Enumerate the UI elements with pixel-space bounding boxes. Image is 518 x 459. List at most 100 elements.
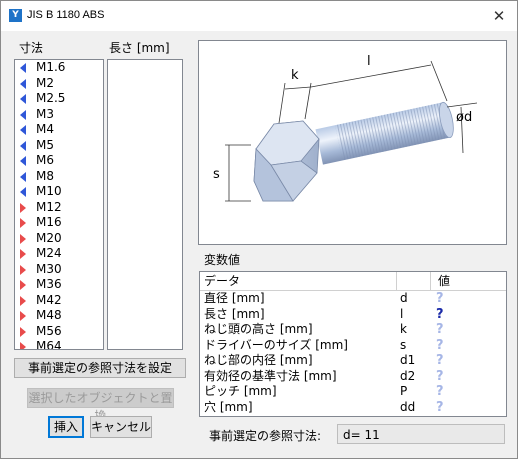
triangle-right-icon — [20, 264, 26, 275]
size-item-label: M1.6 — [36, 60, 66, 74]
triangle-left-icon — [20, 140, 26, 151]
variable-row[interactable]: 長さ [mm] l? — [200, 307, 506, 323]
size-item[interactable]: M4 — [15, 122, 103, 138]
reference-value-field: d= 11 — [337, 424, 505, 444]
set-reference-button[interactable]: 事前選定の参照寸法を設定 — [14, 358, 186, 378]
size-item[interactable]: M10 — [15, 184, 103, 200]
triangle-right-icon — [20, 280, 26, 290]
variable-symbol: d — [400, 291, 408, 305]
variable-row[interactable]: ねじ頭の高さ [mm] k? — [200, 322, 506, 338]
question-icon: ? — [436, 399, 444, 415]
size-item[interactable]: M8 — [15, 169, 103, 185]
size-item[interactable]: M1.6 — [15, 60, 103, 76]
replace-selected-button[interactable]: 選択したオブジェクトと置換 — [27, 388, 174, 423]
size-item-label: M5 — [36, 137, 54, 152]
dim-d-label: ød — [456, 110, 472, 125]
size-item[interactable]: M42 — [15, 293, 103, 309]
column-header-value[interactable]: 値 — [438, 272, 450, 290]
dim-l-label: l — [367, 54, 371, 69]
variable-row[interactable]: 有効径の基準寸法 [mm] d2? — [200, 369, 506, 385]
cancel-button[interactable]: キャンセル — [90, 416, 152, 438]
triangle-right-icon — [20, 342, 26, 349]
variable-symbol: k — [400, 322, 407, 336]
size-item-label: M3 — [36, 106, 54, 121]
triangle-right-icon — [20, 326, 26, 337]
size-item[interactable]: M20 — [15, 231, 103, 247]
question-icon: ? — [436, 306, 444, 322]
triangle-right-icon — [20, 311, 26, 321]
variable-name: ピッチ [mm] — [204, 384, 277, 398]
dim-s-label: s — [213, 167, 220, 182]
size-item[interactable]: M5 — [15, 138, 103, 154]
insert-button[interactable]: 挿入 — [48, 416, 84, 438]
variable-symbol: l — [400, 306, 404, 321]
variable-symbol: d2 — [400, 368, 416, 383]
table-header: データ 値 — [200, 272, 506, 291]
reference-label: 事前選定の参照寸法: — [209, 429, 322, 443]
close-icon[interactable]: ✕ — [489, 6, 509, 26]
variable-name: ドライバーのサイズ [mm] — [204, 337, 348, 352]
triangle-left-icon — [20, 109, 26, 120]
triangle-left-icon — [20, 125, 26, 135]
question-icon: ? — [436, 291, 444, 306]
triangle-left-icon — [20, 94, 26, 104]
size-item[interactable]: M6 — [15, 153, 103, 169]
variable-row[interactable]: 穴 [mm] dd? — [200, 400, 506, 416]
variable-symbol: d1 — [400, 353, 416, 367]
app-icon: Y — [9, 9, 22, 22]
sizes-label: 寸法 — [19, 41, 44, 55]
size-item[interactable]: M36 — [15, 277, 103, 293]
length-list[interactable] — [107, 59, 183, 350]
size-item[interactable]: M64 — [15, 339, 103, 349]
size-item-label: M30 — [36, 261, 62, 276]
size-item[interactable]: M56 — [15, 324, 103, 340]
bolt-diagram: k l s ød — [198, 40, 507, 245]
variable-symbol: s — [400, 337, 407, 352]
question-icon: ? — [436, 322, 444, 337]
triangle-right-icon — [20, 295, 26, 306]
variable-name: ねじ部の内径 [mm] — [204, 353, 313, 367]
variables-table[interactable]: データ 値 直径 [mm] d? 長さ [mm] l? ねじ頭の高さ [mm] k? ドライ… — [199, 271, 507, 417]
variable-row[interactable]: ピッチ [mm] P? — [200, 384, 506, 400]
question-icon: ? — [436, 368, 444, 384]
size-item-label: M10 — [36, 184, 62, 198]
column-header-data[interactable]: データ — [204, 272, 240, 290]
question-icon: ? — [436, 384, 444, 399]
size-item-label: M56 — [36, 323, 62, 338]
variable-row[interactable]: ねじ部の内径 [mm] d1? — [200, 353, 506, 369]
question-icon: ? — [436, 353, 444, 368]
triangle-right-icon — [20, 249, 26, 259]
question-icon: ? — [436, 337, 444, 353]
triangle-left-icon — [20, 78, 26, 89]
size-item[interactable]: M12 — [15, 200, 103, 216]
dialog-window: Y JIS B 1180 ABS ✕ 寸法 長さ [mm] M1.6 M2 M2.5… — [0, 0, 518, 459]
triangle-right-icon — [20, 202, 26, 213]
size-item[interactable]: M16 — [15, 215, 103, 231]
title-bar: Y JIS B 1180 ABS ✕ — [1, 1, 517, 31]
variables-label: 変数値 — [204, 253, 241, 267]
variable-name: 長さ [mm] — [204, 306, 265, 321]
size-item-label: M16 — [36, 215, 62, 229]
variable-symbol: dd — [400, 399, 416, 414]
size-item[interactable]: M30 — [15, 262, 103, 278]
size-item-label: M2 — [36, 75, 54, 90]
size-item[interactable]: M48 — [15, 308, 103, 324]
variable-name: 直径 [mm] — [204, 291, 265, 305]
triangle-left-icon — [20, 171, 26, 182]
triangle-left-icon — [20, 63, 26, 73]
variable-name: 穴 [mm] — [204, 399, 253, 414]
size-item-label: M36 — [36, 277, 62, 291]
size-list[interactable]: M1.6 M2 M2.5 M3 M4 M5 M6 M8 M10 M12 M16 M20 M24 M30 M3… — [14, 59, 104, 350]
variable-row[interactable]: 直径 [mm] d? — [200, 291, 506, 307]
size-item[interactable]: M2.5 — [15, 91, 103, 107]
size-item[interactable]: M2 — [15, 76, 103, 92]
size-item-label: M48 — [36, 308, 62, 322]
variable-row[interactable]: ドライバーのサイズ [mm] s? — [200, 338, 506, 354]
size-item-label: M6 — [36, 153, 54, 167]
lengths-label: 長さ [mm] — [109, 41, 170, 55]
bolt-drawing: k l s ød — [213, 54, 478, 202]
size-item[interactable]: M24 — [15, 246, 103, 262]
triangle-left-icon — [20, 187, 26, 197]
size-item-label: M2.5 — [36, 91, 66, 105]
size-item[interactable]: M3 — [15, 107, 103, 123]
